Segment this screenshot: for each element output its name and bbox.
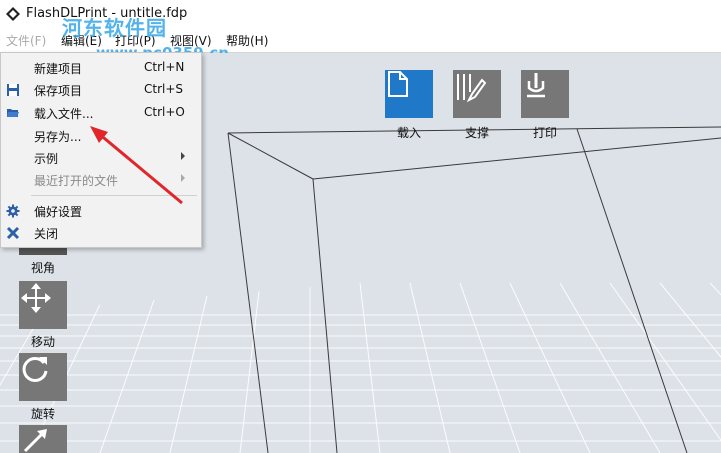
close-icon xyxy=(6,226,20,240)
menu-item-label: 另存为... xyxy=(34,130,82,144)
load-label: 载入 xyxy=(396,126,421,140)
menu-item-shortcut: Ctrl+N xyxy=(144,60,185,74)
support-button[interactable] xyxy=(453,70,501,118)
menu-new-project[interactable]: 新建项目 Ctrl+N xyxy=(1,57,201,79)
menu-save-as[interactable]: 另存为... xyxy=(1,125,201,147)
menu-item-shortcut: Ctrl+O xyxy=(144,105,185,119)
rotate-label: 旋转 xyxy=(30,407,55,421)
rotate-button[interactable] xyxy=(19,353,67,401)
menu-preferences[interactable]: 偏好设置 xyxy=(1,200,201,222)
submenu-arrow-icon xyxy=(181,152,185,160)
menu-item-label: 保存项目 xyxy=(34,84,83,98)
menu-file[interactable]: 文件(F) xyxy=(6,32,46,49)
move-arrows-icon xyxy=(21,283,51,313)
save-icon xyxy=(7,84,19,96)
folder-open-icon xyxy=(7,109,19,117)
rotate-icon xyxy=(22,356,48,382)
app-logo-icon xyxy=(6,7,20,21)
menu-item-label: 偏好设置 xyxy=(34,205,83,219)
gear-icon xyxy=(6,204,20,218)
print-button[interactable] xyxy=(521,70,569,118)
menu-item-label: 示例 xyxy=(34,152,59,166)
print-nozzle-icon xyxy=(527,73,545,98)
scale-arrow-icon xyxy=(23,429,47,453)
menu-item-label: 关闭 xyxy=(34,227,59,241)
menu-help[interactable]: 帮助(H) xyxy=(226,32,268,49)
menu-separator xyxy=(31,195,197,196)
move-label: 移动 xyxy=(30,335,55,349)
file-menu-dropdown: 新建项目 Ctrl+N 保存项目 Ctrl+S 载入文件... Ctrl+O 另… xyxy=(0,52,202,248)
menu-item-label: 载入文件... xyxy=(34,107,94,121)
view-label: 视角 xyxy=(30,261,55,275)
menu-load-file[interactable]: 载入文件... Ctrl+O xyxy=(1,102,201,124)
watermark-text: 河东软件园 xyxy=(62,16,167,40)
menu-item-shortcut: Ctrl+S xyxy=(144,82,184,96)
print-label: 打印 xyxy=(532,126,557,140)
menu-item-label: 新建项目 xyxy=(34,62,83,76)
build-volume-wireframe xyxy=(227,126,721,453)
submenu-arrow-icon xyxy=(181,174,185,182)
new-file-icon xyxy=(388,71,408,97)
support-label: 支撑 xyxy=(464,126,489,140)
scale-button[interactable] xyxy=(19,425,67,453)
load-button[interactable] xyxy=(385,70,433,118)
move-button[interactable] xyxy=(19,281,67,329)
menu-examples[interactable]: 示例 xyxy=(1,147,201,169)
support-pencil-icon xyxy=(457,74,487,103)
menu-close[interactable]: 关闭 xyxy=(1,222,201,244)
floor-grid xyxy=(0,282,721,453)
menu-recent-files: 最近打开的文件 xyxy=(1,169,201,191)
menu-save-project[interactable]: 保存项目 Ctrl+S xyxy=(1,79,201,101)
menu-item-label: 最近打开的文件 xyxy=(34,174,119,188)
